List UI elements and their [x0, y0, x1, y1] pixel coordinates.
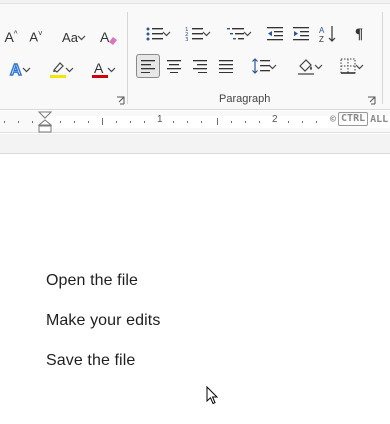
borders-button[interactable] [330, 54, 366, 78]
ruler-tick [144, 121, 145, 123]
group-separator [127, 12, 128, 104]
ruler-tick [259, 121, 260, 123]
increase-indent-icon [293, 27, 309, 41]
ruler-tick [217, 118, 218, 125]
chevron-down-icon [268, 64, 277, 70]
ruler-label: 2 [272, 114, 278, 125]
ctrl-label: CTRL [338, 112, 369, 126]
ruler-tick [88, 121, 89, 123]
chevron-down-icon [162, 31, 171, 37]
chevron-down-icon [355, 64, 364, 70]
sort-icon: A Z [319, 26, 336, 44]
line-spacing-button[interactable] [243, 54, 279, 78]
ctrl-all-watermark: © CTRL ALL [330, 111, 388, 127]
indent-marker-icon[interactable] [38, 111, 52, 133]
chevron-down-icon [65, 67, 74, 73]
grow-font-icon: A^ [4, 29, 18, 45]
svg-text:A: A [100, 29, 110, 45]
align-left-button[interactable] [136, 54, 160, 78]
decrease-indent-button[interactable] [263, 22, 287, 46]
ruler-tick [116, 121, 117, 123]
pilcrow-icon: ¶ [354, 25, 364, 42]
increase-indent-button[interactable] [289, 22, 313, 46]
ruler-label: 1 [157, 114, 163, 125]
align-center-button[interactable] [162, 54, 186, 78]
ruler-tick [316, 121, 317, 123]
align-left-icon [141, 60, 155, 73]
grow-font-button[interactable]: A^ [0, 26, 22, 48]
copyright-symbol: © [330, 113, 337, 125]
change-case-icon: Aa [62, 29, 78, 45]
ruler-tick [18, 121, 19, 123]
ruler-tick [245, 121, 246, 123]
shrink-font-icon: A˅ [29, 29, 43, 45]
ruler-tick [302, 121, 303, 123]
text-effects-button[interactable]: A [0, 57, 34, 81]
ruler-tick [288, 121, 289, 123]
ruler-tick [102, 118, 103, 125]
clear-formatting-button[interactable]: A [96, 26, 120, 48]
shrink-font-button[interactable]: A˅ [25, 26, 47, 48]
decrease-indent-icon [267, 27, 283, 41]
chevron-down-icon [107, 67, 116, 73]
shading-icon [298, 59, 314, 75]
sort-button[interactable]: A Z [316, 22, 342, 46]
paragraph-group-label: Paragraph [219, 93, 271, 105]
ruler-tick [173, 121, 174, 123]
ruler-tick [231, 121, 232, 123]
svg-text:A: A [94, 60, 104, 76]
ruler-tick [130, 121, 131, 123]
svg-text:A: A [319, 26, 325, 35]
document-canvas-top [0, 134, 390, 154]
ruler-tick [4, 121, 5, 123]
highlight-button[interactable] [40, 57, 76, 81]
ruler-tick [32, 121, 33, 123]
ruler-tick [201, 121, 202, 123]
chevron-down-icon [22, 67, 31, 73]
font-dialog-launcher-icon[interactable] [116, 96, 125, 105]
group-separator [382, 12, 383, 104]
chevron-down-icon [77, 35, 86, 41]
chevron-down-icon [243, 31, 252, 37]
shading-button[interactable] [288, 54, 324, 78]
paragraph-dialog-launcher-icon[interactable] [367, 96, 376, 105]
align-right-icon [193, 60, 207, 73]
ruler-tick [187, 121, 188, 123]
align-right-button[interactable] [188, 54, 212, 78]
chevron-down-icon [314, 64, 323, 70]
document-line-3[interactable]: Save the file [46, 352, 135, 370]
ruler-tick [60, 121, 61, 123]
font-color-button[interactable]: A [82, 57, 118, 81]
bullets-button[interactable] [137, 22, 173, 46]
clear-formatting-icon: A [100, 29, 117, 45]
align-center-icon [167, 60, 181, 73]
ribbon: A^ A˅ Aa A A A 1 2 3 A Z ¶ Paragraph [0, 4, 390, 110]
chevron-down-icon [202, 31, 211, 37]
svg-text:3: 3 [185, 37, 189, 43]
all-label: ALL [370, 113, 389, 125]
document-line-2[interactable]: Make your edits [46, 312, 160, 330]
svg-text:Z: Z [319, 35, 324, 44]
document-line-1[interactable]: Open the file [46, 272, 138, 290]
mouse-pointer-icon [206, 386, 219, 405]
ruler-tick [74, 121, 75, 123]
justify-button[interactable] [214, 54, 238, 78]
show-marks-button[interactable]: ¶ [347, 22, 371, 46]
change-case-button[interactable]: Aa [53, 26, 87, 48]
multilevel-list-button[interactable] [218, 22, 254, 46]
justify-icon [219, 60, 233, 73]
svg-text:A: A [10, 62, 22, 78]
numbering-button[interactable]: 1 2 3 [177, 22, 213, 46]
